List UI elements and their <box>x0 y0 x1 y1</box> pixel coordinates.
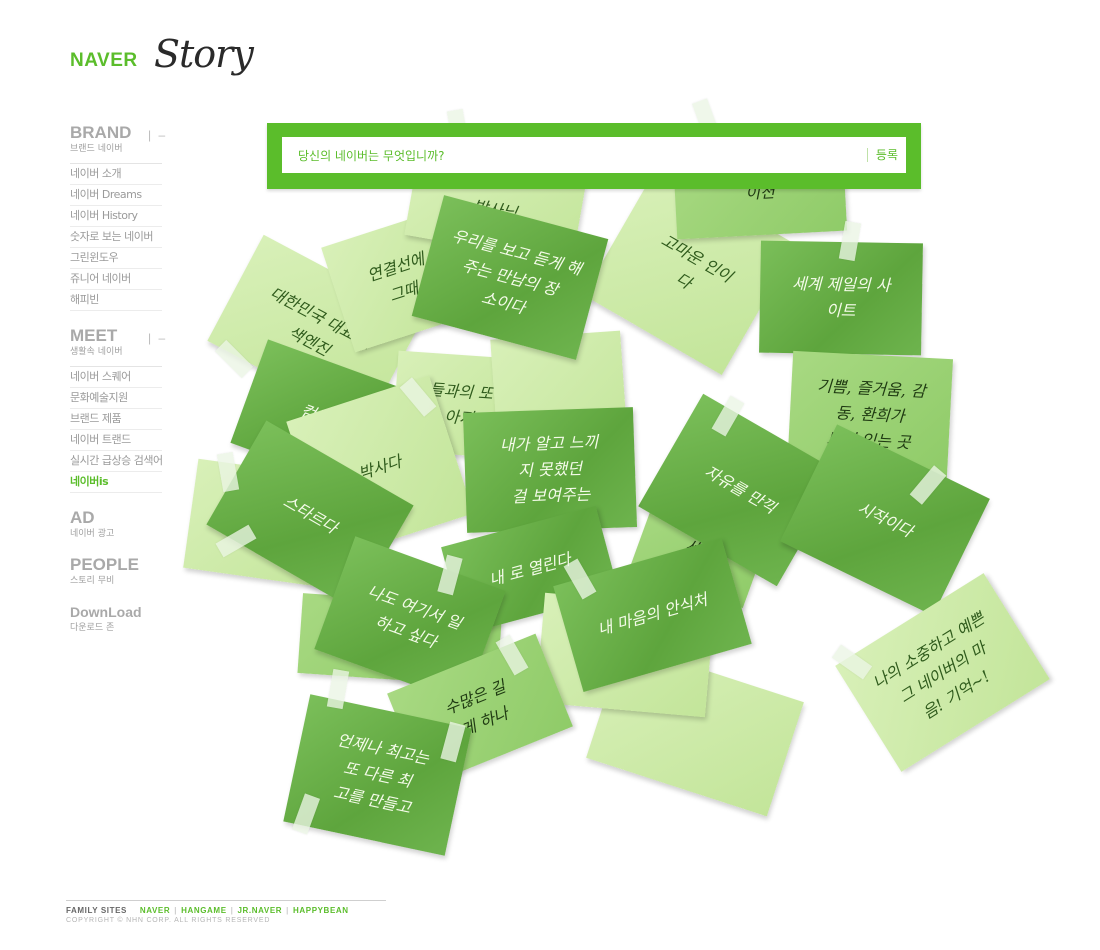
section-title-text: MEET <box>70 326 118 345</box>
section-subtitle: 네이버 광고 <box>70 529 115 539</box>
footer-separator: | <box>286 906 289 915</box>
section-title-meet[interactable]: MEET | – <box>70 326 170 347</box>
family-sites: FAMILY SITES NAVER | HANGAME | JR.NAVER | HAPP… <box>66 900 386 915</box>
sticky-note[interactable]: 내가 알고 느끼 지 못했던 걸 보여주는 <box>462 407 638 533</box>
section-title-text: BRAND <box>70 123 132 142</box>
collapse-toggle[interactable]: | – <box>148 126 167 144</box>
section-title-brand[interactable]: BRAND | – <box>70 123 170 144</box>
sidebar-item[interactable]: 네이버 Dreams <box>70 185 162 206</box>
sidebar-item[interactable]: 그린윈도우 <box>70 248 162 269</box>
footer-link-naver[interactable]: NAVER <box>140 906 170 915</box>
footer-separator: | <box>230 906 234 915</box>
sidebar-section-brand: BRAND | – 브랜드 네이버 네이버 소개 네이버 Dreams 네이버 … <box>70 124 170 311</box>
sidebar-nav: BRAND | – 브랜드 네이버 네이버 소개 네이버 Dreams 네이버 … <box>70 124 170 650</box>
copyright: COPYRIGHT © NHN CORP. ALL RIGHTS RESERVE… <box>66 917 271 924</box>
footer-separator: | <box>174 906 178 915</box>
story-input-bar: 등록 <box>267 123 921 189</box>
sidebar-item[interactable]: 문화예술지원 <box>70 388 162 409</box>
section-subtitle: 스토리 무비 <box>70 576 115 586</box>
sidebar-item-active[interactable]: 네이버is <box>70 472 162 493</box>
collapse-toggle-icon: – <box>158 128 168 142</box>
sidebar-item[interactable]: 브랜드 제품 <box>70 409 162 430</box>
sidebar-item[interactable]: 네이버 History <box>70 206 162 227</box>
sidebar-item[interactable]: 쥬니어 네이버 <box>70 269 162 290</box>
section-subtitle: 생활속 네이버 <box>70 347 123 357</box>
section-title-people[interactable]: PEOPLE <box>70 556 170 574</box>
footer-link-happybean[interactable]: HAPPYBEAN <box>293 906 349 915</box>
story-input[interactable] <box>296 137 860 175</box>
sidebar-item[interactable]: 실시간 급상승 검색어 <box>70 451 163 472</box>
input-divider <box>867 148 868 162</box>
submit-button[interactable]: 등록 <box>876 137 898 173</box>
section-subtitle: 브랜드 네이버 <box>70 144 123 154</box>
footer: FAMILY SITES NAVER | HANGAME | JR.NAVER | HAPP… <box>66 900 386 924</box>
sidebar-section-download: DownLoad 다운로드 존 <box>70 603 170 634</box>
sidebar-item[interactable]: 해피빈 <box>70 290 162 311</box>
section-title-download[interactable]: DownLoad <box>70 603 170 621</box>
collapse-toggle[interactable]: | – <box>148 329 167 347</box>
meet-menu: 네이버 스퀘어 문화예술지원 브랜드 제품 네이버 트랜드 실시간 급상승 검색… <box>70 366 163 493</box>
sidebar-item[interactable]: 네이버 트랜드 <box>70 430 162 451</box>
section-title-ad[interactable]: AD <box>70 509 170 527</box>
brand-menu: 네이버 소개 네이버 Dreams 네이버 History 숫자로 보는 네이버… <box>70 163 162 311</box>
family-sites-label: FAMILY SITES <box>66 906 127 915</box>
story-input-wrapper: 등록 <box>282 137 906 175</box>
sidebar-item[interactable]: 네이버 소개 <box>70 164 162 185</box>
collapse-toggle-icon: – <box>158 331 168 345</box>
sidebar-section-meet: MEET | – 생활속 네이버 네이버 스퀘어 문화예술지원 브랜드 제품 네… <box>70 327 170 493</box>
sidebar-item[interactable]: 네이버 스퀘어 <box>70 367 162 388</box>
sidebar-section-ad: AD 네이버 광고 <box>70 509 170 540</box>
sidebar-item[interactable]: 숫자로 보는 네이버 <box>70 227 162 248</box>
footer-link-hangame[interactable]: HANGAME <box>181 906 227 915</box>
section-subtitle: 다운로드 존 <box>70 623 115 633</box>
sidebar-section-people: PEOPLE 스토리 무비 <box>70 556 170 587</box>
footer-link-jrnaver[interactable]: JR.NAVER <box>237 906 282 915</box>
